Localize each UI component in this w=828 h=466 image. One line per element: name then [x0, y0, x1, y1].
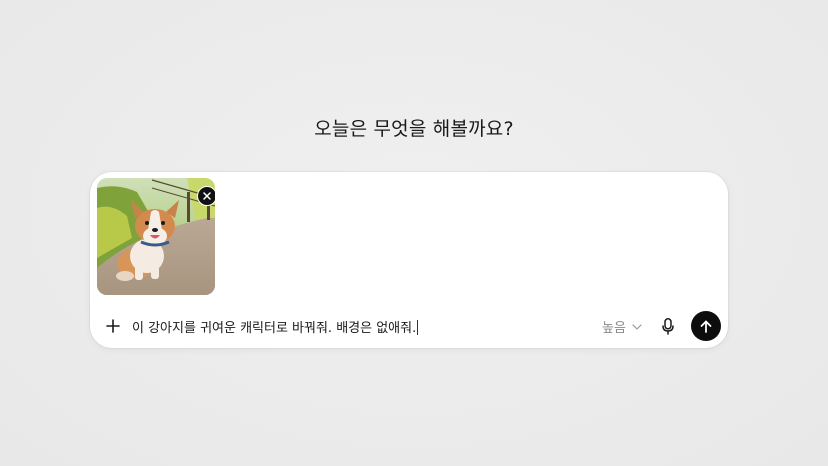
plus-icon: [106, 319, 120, 333]
composer-toolbar: 이 강아지를 귀여운 캐릭터로 바꿔줘. 배경은 없애줘. 높음: [90, 310, 728, 342]
attached-image-thumbnail[interactable]: [97, 178, 215, 295]
prompt-input-value: 이 강아지를 귀여운 캐릭터로 바꿔줘. 배경은 없애줘.: [132, 321, 417, 336]
chevron-down-icon: [632, 323, 642, 330]
add-attachment-button[interactable]: [102, 315, 124, 337]
text-caret: [417, 320, 419, 335]
page: 오늘은 무엇을 해볼까요? 이 강아지를 귀여운 캐릭터로 바꿔줘. 배경은 없…: [0, 0, 828, 466]
voice-input-button[interactable]: [658, 316, 678, 336]
prompt-input[interactable]: 이 강아지를 귀여운 캐릭터로 바꿔줘. 배경은 없애줘.: [132, 317, 419, 336]
quality-dropdown-label: 높음: [602, 321, 626, 336]
page-heading: 오늘은 무엇을 해볼까요?: [314, 118, 514, 140]
microphone-icon: [662, 317, 674, 335]
prompt-composer: 이 강아지를 귀여운 캐릭터로 바꿔줘. 배경은 없애줘. 높음: [90, 172, 728, 348]
send-button[interactable]: [691, 311, 721, 341]
arrow-up-icon: [700, 320, 712, 333]
quality-dropdown[interactable]: 높음: [602, 317, 642, 336]
close-icon: [203, 192, 211, 200]
remove-attachment-button[interactable]: [197, 186, 215, 206]
